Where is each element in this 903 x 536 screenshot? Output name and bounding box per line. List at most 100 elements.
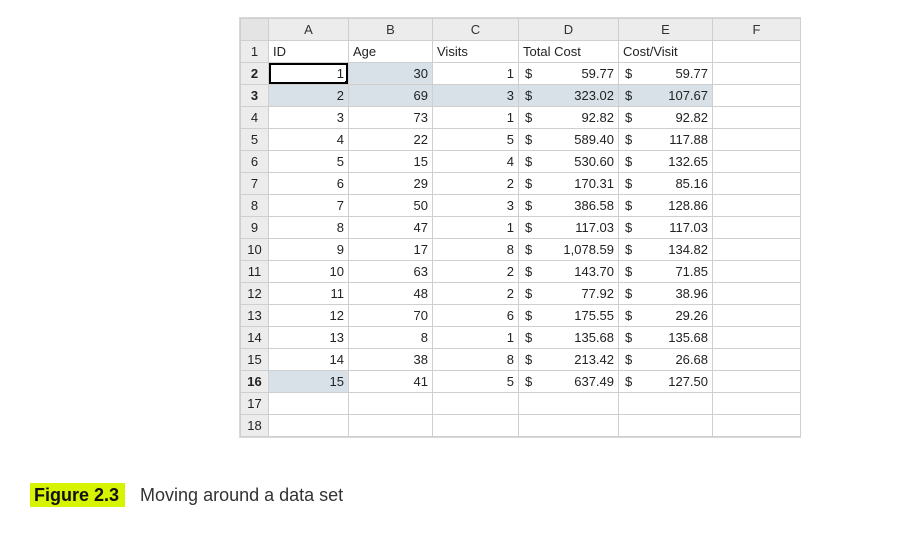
cell-A10[interactable]: 9	[269, 239, 349, 261]
cell-B16[interactable]: 41	[349, 371, 433, 393]
cell-D15[interactable]: $213.42	[519, 349, 619, 371]
cell-E12[interactable]: $38.96	[619, 283, 713, 305]
cell-E2[interactable]: $59.77	[619, 63, 713, 85]
cell-E15[interactable]: $26.68	[619, 349, 713, 371]
cell-B6[interactable]: 15	[349, 151, 433, 173]
cell-A13[interactable]: 12	[269, 305, 349, 327]
cell-empty[interactable]	[619, 393, 713, 415]
row-header-3[interactable]: 3	[241, 85, 269, 107]
cell-empty[interactable]	[519, 415, 619, 437]
cell-empty[interactable]	[519, 393, 619, 415]
cell-C14[interactable]: 1	[433, 327, 519, 349]
spreadsheet-grid[interactable]: A B C D E F 1 ID Age Visits Total Cost C…	[240, 18, 801, 437]
cell-C7[interactable]: 2	[433, 173, 519, 195]
cell-A16[interactable]: 15	[269, 371, 349, 393]
cell-D9[interactable]: $117.03	[519, 217, 619, 239]
cell-D7[interactable]: $170.31	[519, 173, 619, 195]
cell-A12[interactable]: 11	[269, 283, 349, 305]
cell-empty[interactable]	[349, 393, 433, 415]
cell-A3[interactable]: 2	[269, 85, 349, 107]
cell-C13[interactable]: 6	[433, 305, 519, 327]
cell-F3[interactable]	[713, 85, 801, 107]
table-row[interactable]: 1615415$637.49$127.50	[241, 371, 801, 393]
cell-D11[interactable]: $143.70	[519, 261, 619, 283]
table-row[interactable]: 54225$589.40$117.88	[241, 129, 801, 151]
cell-C16[interactable]: 5	[433, 371, 519, 393]
cell-F2[interactable]	[713, 63, 801, 85]
cell-C12[interactable]: 2	[433, 283, 519, 305]
cell-E5[interactable]: $117.88	[619, 129, 713, 151]
table-row[interactable]: 1514388$213.42$26.68	[241, 349, 801, 371]
cell-C11[interactable]: 2	[433, 261, 519, 283]
row-header-16[interactable]: 16	[241, 371, 269, 393]
row-header-10[interactable]: 10	[241, 239, 269, 261]
cell-F13[interactable]	[713, 305, 801, 327]
row-header-6[interactable]: 6	[241, 151, 269, 173]
row-header-9[interactable]: 9	[241, 217, 269, 239]
cell-A15[interactable]: 14	[269, 349, 349, 371]
row-header-7[interactable]: 7	[241, 173, 269, 195]
cell-A1[interactable]: ID	[269, 41, 349, 63]
row-header-2[interactable]: 2	[241, 63, 269, 85]
cell-E13[interactable]: $29.26	[619, 305, 713, 327]
table-row[interactable]: 109178$1,078.59$134.82	[241, 239, 801, 261]
col-header-E[interactable]: E	[619, 19, 713, 41]
cell-F1[interactable]	[713, 41, 801, 63]
cell-empty[interactable]	[619, 415, 713, 437]
cell-C9[interactable]: 1	[433, 217, 519, 239]
column-header-row[interactable]: A B C D E F	[241, 19, 801, 41]
row-header-5[interactable]: 5	[241, 129, 269, 151]
cell-B8[interactable]: 50	[349, 195, 433, 217]
cell-F11[interactable]	[713, 261, 801, 283]
cell-empty[interactable]	[269, 415, 349, 437]
cell-E16[interactable]: $127.50	[619, 371, 713, 393]
cell-B9[interactable]: 47	[349, 217, 433, 239]
cell-C3[interactable]: 3	[433, 85, 519, 107]
cell-D10[interactable]: $1,078.59	[519, 239, 619, 261]
cell-D1[interactable]: Total Cost	[519, 41, 619, 63]
cell-D2[interactable]: $59.77	[519, 63, 619, 85]
cell-B1[interactable]: Age	[349, 41, 433, 63]
cell-F8[interactable]	[713, 195, 801, 217]
cell-A5[interactable]: 4	[269, 129, 349, 151]
cell-empty[interactable]	[433, 415, 519, 437]
cell-B13[interactable]: 70	[349, 305, 433, 327]
cell-C8[interactable]: 3	[433, 195, 519, 217]
cell-B15[interactable]: 38	[349, 349, 433, 371]
cell-C10[interactable]: 8	[433, 239, 519, 261]
row-header-4[interactable]: 4	[241, 107, 269, 129]
col-header-A[interactable]: A	[269, 19, 349, 41]
table-row[interactable]: 98471$117.03$117.03	[241, 217, 801, 239]
cell-A2[interactable]: 1	[269, 63, 349, 85]
table-row[interactable]: 1312706$175.55$29.26	[241, 305, 801, 327]
row-header-18[interactable]: 18	[241, 415, 269, 437]
row-header-8[interactable]: 8	[241, 195, 269, 217]
cell-E9[interactable]: $117.03	[619, 217, 713, 239]
cell-empty[interactable]	[269, 393, 349, 415]
cell-C5[interactable]: 5	[433, 129, 519, 151]
cell-F14[interactable]	[713, 327, 801, 349]
select-all-corner[interactable]	[241, 19, 269, 41]
cell-D16[interactable]: $637.49	[519, 371, 619, 393]
cell-C1[interactable]: Visits	[433, 41, 519, 63]
cell-F9[interactable]	[713, 217, 801, 239]
cell-F7[interactable]	[713, 173, 801, 195]
cell-C2[interactable]: 1	[433, 63, 519, 85]
cell-D8[interactable]: $386.58	[519, 195, 619, 217]
table-row[interactable]: 141381$135.68$135.68	[241, 327, 801, 349]
col-header-C[interactable]: C	[433, 19, 519, 41]
cell-D3[interactable]: $323.02	[519, 85, 619, 107]
col-header-F[interactable]: F	[713, 19, 801, 41]
table-row[interactable]: 87503$386.58$128.86	[241, 195, 801, 217]
table-row[interactable]: 1211482$77.92$38.96	[241, 283, 801, 305]
row-header-12[interactable]: 12	[241, 283, 269, 305]
cell-D13[interactable]: $175.55	[519, 305, 619, 327]
cell-A9[interactable]: 8	[269, 217, 349, 239]
cell-D6[interactable]: $530.60	[519, 151, 619, 173]
cell-B5[interactable]: 22	[349, 129, 433, 151]
cell-B7[interactable]: 29	[349, 173, 433, 195]
row-header-17[interactable]: 17	[241, 393, 269, 415]
cell-E6[interactable]: $132.65	[619, 151, 713, 173]
cell-E14[interactable]: $135.68	[619, 327, 713, 349]
cell-D5[interactable]: $589.40	[519, 129, 619, 151]
